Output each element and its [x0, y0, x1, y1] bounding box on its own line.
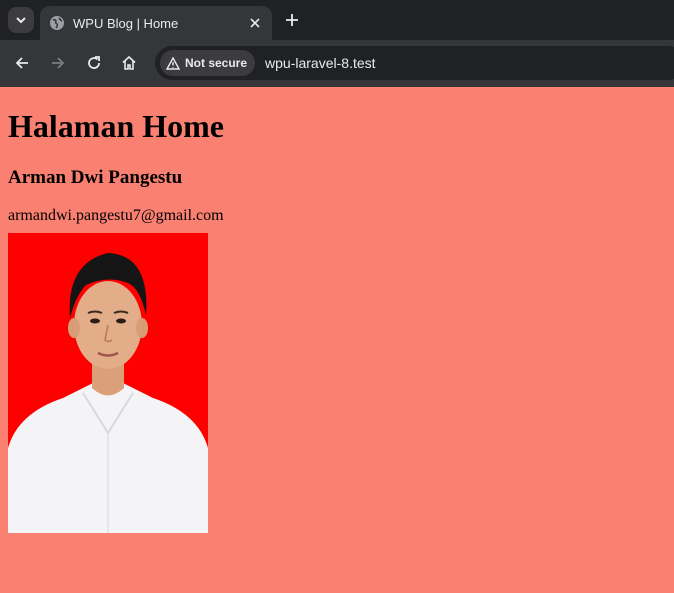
author-name: Arman Dwi Pangestu	[8, 167, 183, 188]
tab-search-button[interactable]	[8, 7, 34, 33]
address-bar[interactable]: Not secure wpu-laravel-8.test	[155, 46, 674, 80]
page-content: Halaman Home Arman Dwi Pangestu armandwi…	[8, 87, 224, 533]
globe-icon	[49, 15, 65, 31]
close-tab-icon[interactable]	[244, 12, 266, 34]
security-label: Not secure	[185, 56, 248, 70]
arrow-right-icon	[52, 57, 65, 69]
profile-photo	[8, 233, 208, 533]
browser-toolbar: Not secure wpu-laravel-8.test	[0, 40, 674, 87]
author-email: armandwi.pangestu7@gmail.com	[8, 207, 224, 224]
reload-button[interactable]	[82, 51, 106, 75]
tab-title: WPU Blog | Home	[73, 15, 179, 31]
browser-tab[interactable]: WPU Blog | Home	[40, 6, 272, 40]
page-title: Halaman Home	[8, 108, 224, 144]
home-icon	[122, 55, 136, 70]
reload-icon	[88, 56, 100, 69]
arrow-left-icon	[15, 57, 28, 69]
new-tab-button[interactable]	[280, 8, 304, 32]
back-button[interactable]	[10, 51, 34, 75]
url-text[interactable]: wpu-laravel-8.test	[265, 55, 376, 71]
plus-icon	[286, 14, 298, 26]
tab-strip: WPU Blog | Home	[0, 0, 674, 40]
chevron-down-icon	[16, 17, 26, 24]
warning-icon	[166, 56, 180, 70]
forward-button[interactable]	[46, 51, 70, 75]
security-chip[interactable]: Not secure	[160, 50, 256, 76]
home-button[interactable]	[117, 51, 141, 75]
